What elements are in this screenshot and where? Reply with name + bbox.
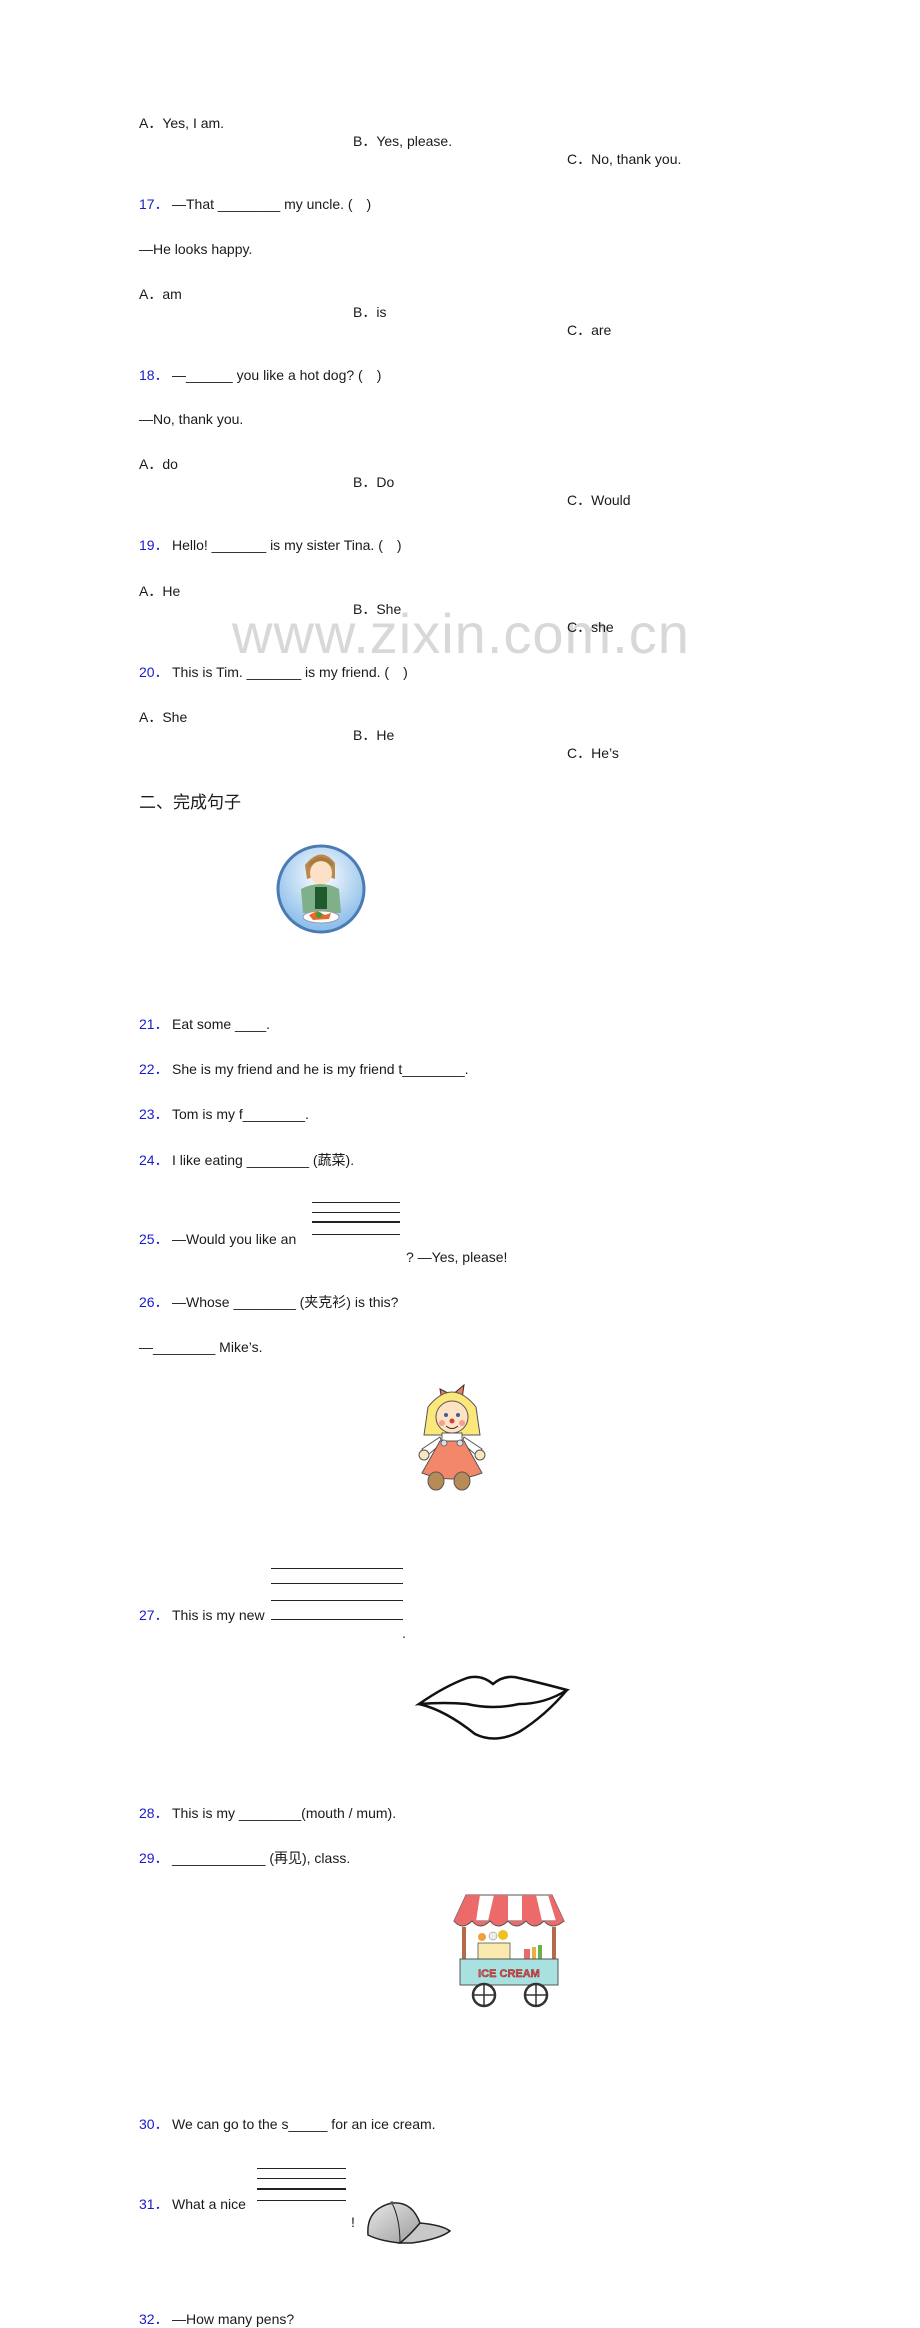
question-31: 31． What a nice bbox=[139, 2195, 920, 2213]
question-number: 17． bbox=[139, 196, 169, 212]
q18-option-b: B．Do bbox=[353, 474, 395, 490]
question-number: 23． bbox=[139, 1106, 169, 1122]
section-heading: 二、完成句子 bbox=[139, 793, 241, 813]
answer-line bbox=[312, 1221, 400, 1223]
question-17: 17． —That ________ my uncle. ( ) bbox=[139, 195, 920, 213]
answer-line bbox=[257, 2178, 346, 2179]
question-text: —______ you like a hot dog? ( ) bbox=[172, 367, 382, 383]
question-24: 24． I like eating ________ (蔬菜). bbox=[139, 1151, 920, 1169]
question-26: 26． —Whose ________ (夹克衫) is this? bbox=[139, 1293, 920, 1311]
question-text: This is Tim. _______ is my friend. ( ) bbox=[172, 664, 408, 680]
question-number: 25． bbox=[139, 1231, 169, 1247]
q17-option-b: B．is bbox=[353, 304, 387, 320]
question-21: 21． Eat some ____. bbox=[139, 1015, 920, 1033]
q16-option-b: B．Yes, please. bbox=[353, 133, 453, 149]
question-32: 32． —How many pens? bbox=[139, 2310, 920, 2328]
question-20: 20． This is Tim. _______ is my friend. ( … bbox=[139, 663, 920, 681]
q17-option-a: A．am bbox=[139, 286, 182, 302]
question-25-after: ? —Yes, please! bbox=[406, 1249, 508, 1265]
question-text: This is my ________(mouth / mum). bbox=[172, 1805, 397, 1821]
question-text: She is my friend and he is my friend t__… bbox=[172, 1061, 469, 1077]
q16-option-c: C．No, thank you. bbox=[567, 151, 682, 167]
question-18-reply: —No, thank you. bbox=[139, 411, 244, 427]
q18-option-a: A．do bbox=[139, 456, 178, 472]
question-text: —How many pens? bbox=[172, 2311, 295, 2327]
question-text: —That ________ my uncle. ( ) bbox=[172, 196, 372, 212]
q19-option-c: C．she bbox=[567, 619, 614, 635]
question-27: 27． This is my new bbox=[139, 1606, 920, 1624]
question-text: —Whose ________ (夹克衫) is this? bbox=[172, 1294, 399, 1310]
answer-line bbox=[271, 1600, 403, 1601]
q20-option-b: B．He bbox=[353, 727, 395, 743]
question-text: I like eating ________ (蔬菜). bbox=[172, 1152, 355, 1168]
answer-line bbox=[312, 1212, 400, 1213]
question-28: 28． This is my ________(mouth / mum). bbox=[139, 1804, 920, 1822]
q17-option-c: C．are bbox=[567, 322, 612, 338]
doll-image bbox=[418, 1383, 486, 1491]
q19-option-b: B．She bbox=[353, 601, 402, 617]
ice-cream-cart-image: ICE CREAM bbox=[453, 1894, 565, 2008]
answer-line bbox=[271, 1583, 403, 1584]
question-number: 18． bbox=[139, 367, 169, 383]
q20-option-a: A．She bbox=[139, 709, 188, 725]
question-number: 22． bbox=[139, 1061, 169, 1077]
question-text: This is my new bbox=[172, 1607, 265, 1623]
question-29: 29． ____________ (再见), class. bbox=[139, 1849, 920, 1867]
answer-line bbox=[257, 2168, 346, 2169]
question-18: 18． —______ you like a hot dog? ( ) bbox=[139, 366, 920, 384]
question-27-after: . bbox=[402, 1625, 406, 1641]
question-30: 30． We can go to the s_____ for an ice cr… bbox=[139, 2115, 920, 2133]
answer-line bbox=[271, 1568, 403, 1569]
question-text: Eat some ____. bbox=[172, 1016, 271, 1032]
question-22: 22． She is my friend and he is my friend … bbox=[139, 1060, 920, 1078]
question-17-reply: —He looks happy. bbox=[139, 241, 253, 257]
question-number: 27． bbox=[139, 1607, 169, 1623]
question-number: 21． bbox=[139, 1016, 169, 1032]
lips-image bbox=[414, 1675, 571, 1740]
q18-option-c: C．Would bbox=[567, 492, 631, 508]
question-19: 19． Hello! _______ is my sister Tina. ( ) bbox=[139, 536, 920, 554]
girl-eating-image bbox=[276, 844, 366, 934]
question-text: Tom is my f________. bbox=[172, 1106, 309, 1122]
question-23: 23． Tom is my f________. bbox=[139, 1105, 920, 1123]
cart-sign-text: ICE CREAM bbox=[478, 1968, 540, 1980]
answer-line bbox=[312, 1202, 400, 1203]
question-26-reply: —________ Mike’s. bbox=[139, 1339, 263, 1355]
question-text: What a nice bbox=[172, 2196, 246, 2212]
answer-line bbox=[257, 2188, 346, 2190]
cap-image bbox=[367, 2201, 452, 2244]
q19-option-a: A．He bbox=[139, 583, 181, 599]
question-25: 25． —Would you like an bbox=[139, 1230, 920, 1248]
question-number: 19． bbox=[139, 537, 169, 553]
question-number: 26． bbox=[139, 1294, 169, 1310]
question-number: 29． bbox=[139, 1850, 169, 1866]
question-text: —Would you like an bbox=[172, 1231, 297, 1247]
question-text: Hello! _______ is my sister Tina. ( ) bbox=[172, 537, 402, 553]
question-text: We can go to the s_____ for an ice cream… bbox=[172, 2116, 436, 2132]
question-number: 20． bbox=[139, 664, 169, 680]
q16-option-a: A．Yes, I am. bbox=[139, 115, 225, 131]
question-number: 30． bbox=[139, 2116, 169, 2132]
question-number: 31． bbox=[139, 2196, 169, 2212]
question-text: ____________ (再见), class. bbox=[172, 1850, 351, 1866]
question-number: 28． bbox=[139, 1805, 169, 1821]
q20-option-c: C．He’s bbox=[567, 745, 619, 761]
question-number: 24． bbox=[139, 1152, 169, 1168]
question-number: 32． bbox=[139, 2311, 169, 2327]
